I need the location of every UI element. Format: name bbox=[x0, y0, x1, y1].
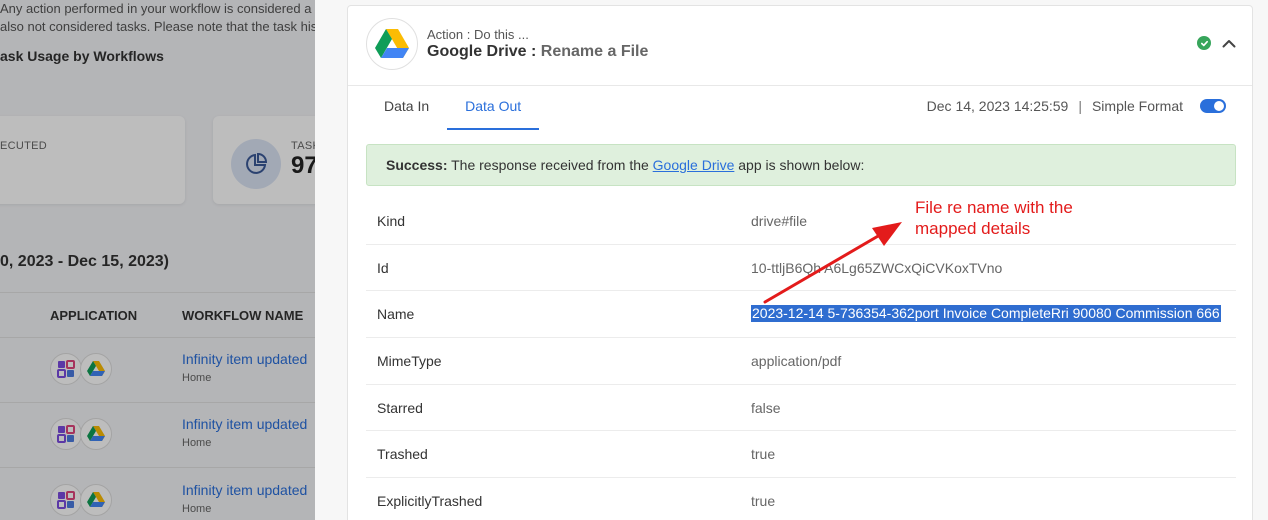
action-title: Google Drive : Rename a File bbox=[427, 43, 648, 61]
field-value-selected[interactable]: 2023-12-14 5-736354-362port Invoice Comp… bbox=[751, 305, 1221, 323]
response-table: Kind drive#file Id 10-ttljB6Qh A6Lg65ZWC… bbox=[366, 198, 1236, 520]
response-timestamp: Dec 14, 2023 14:25:59 bbox=[926, 98, 1069, 114]
table-row: Kind drive#file bbox=[366, 198, 1236, 245]
field-value[interactable]: false bbox=[751, 400, 781, 416]
table-row: ExplicitlyTrashed true bbox=[366, 478, 1236, 520]
action-type-label: Action : Do this ... bbox=[427, 27, 529, 42]
field-value[interactable]: true bbox=[751, 493, 775, 509]
success-text-before: The response received from the bbox=[447, 157, 653, 173]
action-event-name: Rename a File bbox=[540, 43, 649, 60]
simple-format-label: Simple Format bbox=[1091, 98, 1183, 114]
field-key: Starred bbox=[377, 399, 423, 416]
field-value[interactable]: application/pdf bbox=[751, 353, 841, 369]
table-row: MimeType application/pdf bbox=[366, 338, 1236, 385]
field-key: ExplicitlyTrashed bbox=[377, 493, 483, 510]
simple-format-toggle[interactable] bbox=[1200, 99, 1226, 113]
table-row: Trashed true bbox=[366, 431, 1236, 479]
success-text-after: app is shown below: bbox=[734, 157, 865, 173]
success-prefix: Success: bbox=[386, 157, 448, 173]
table-row: Starred false bbox=[366, 385, 1236, 432]
field-value[interactable]: drive#file bbox=[751, 213, 807, 229]
table-row: Name 2023-12-14 5-736354-362port Invoice… bbox=[366, 291, 1236, 339]
success-alert: Success: The response received from the … bbox=[366, 144, 1236, 186]
field-key: Id bbox=[377, 259, 389, 276]
google-drive-logo-icon bbox=[366, 18, 418, 70]
tab-data-out[interactable]: Data Out bbox=[447, 90, 540, 130]
field-key: MimeType bbox=[377, 353, 442, 370]
annotation-line-1: File re name with the bbox=[915, 198, 1073, 217]
google-drive-link[interactable]: Google Drive bbox=[653, 157, 735, 173]
modal-backdrop[interactable] bbox=[0, 0, 315, 520]
field-key: Kind bbox=[377, 213, 406, 229]
meta-separator: | bbox=[1078, 98, 1082, 114]
task-history-panel: Action : Do this ... Google Drive : Rena… bbox=[315, 0, 1268, 520]
table-row: Id 10-ttljB6Qh A6Lg65ZWCxQiCVKoxTVno bbox=[366, 245, 1236, 292]
field-value[interactable]: 10-ttljB6Qh A6Lg65ZWCxQiCVKoxTVno bbox=[751, 260, 1002, 276]
action-step-header[interactable]: Action : Do this ... Google Drive : Rena… bbox=[348, 6, 1252, 86]
check-circle-icon bbox=[1197, 36, 1211, 50]
action-title-separator: : bbox=[526, 43, 541, 60]
annotation-note: File re name with the mapped details bbox=[915, 197, 1073, 239]
field-key: Trashed bbox=[377, 446, 428, 463]
tab-data-in[interactable]: Data In bbox=[366, 90, 447, 130]
response-meta: Dec 14, 2023 14:25:59 | Simple Format bbox=[927, 98, 1226, 114]
action-app-name: Google Drive bbox=[427, 43, 527, 60]
field-key: Name bbox=[377, 306, 415, 323]
annotation-line-2: mapped details bbox=[915, 219, 1031, 238]
chevron-up-icon[interactable] bbox=[1220, 34, 1238, 52]
action-step-card: Action : Do this ... Google Drive : Rena… bbox=[347, 5, 1253, 520]
field-value[interactable]: true bbox=[751, 446, 775, 462]
data-tabs: Data In Data Out bbox=[366, 90, 540, 130]
